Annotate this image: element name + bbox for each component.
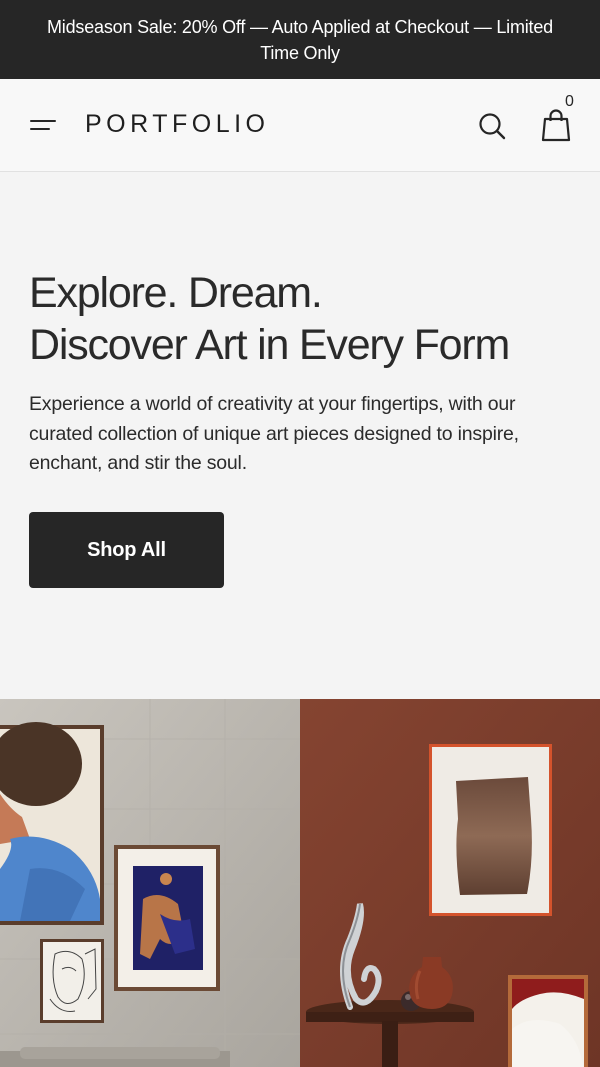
hamburger-icon (30, 120, 56, 122)
hero-gallery-image (0, 699, 600, 1067)
hamburger-icon-line (30, 128, 50, 130)
cart-count-badge: 0 (565, 93, 574, 110)
announcement-bar: Midseason Sale: 20% Off — Auto Applied a… (0, 0, 600, 79)
shopping-bag-icon (541, 109, 571, 142)
menu-button[interactable] (28, 113, 60, 137)
hero-section: Explore. Dream. Discover Art in Every Fo… (0, 172, 600, 699)
announcement-text: Midseason Sale: 20% Off — Auto Applied a… (47, 16, 553, 63)
art-interior-photo (0, 699, 600, 1067)
site-header: PORTFOLIO 0 (0, 79, 600, 172)
search-icon (479, 113, 506, 140)
hero-title-line-1: Explore. Dream. (29, 269, 323, 317)
hero-description: Experience a world of creativity at your… (29, 393, 519, 474)
cart-button[interactable] (538, 107, 574, 143)
hero-title-line-2: Discover Art in Every Form (29, 321, 510, 369)
search-button[interactable] (476, 110, 508, 142)
shop-all-button[interactable]: Shop All (29, 512, 224, 588)
site-logo[interactable]: PORTFOLIO (85, 110, 270, 139)
hero-title: Explore. Dream. Discover Art in Every Fo… (29, 267, 589, 371)
